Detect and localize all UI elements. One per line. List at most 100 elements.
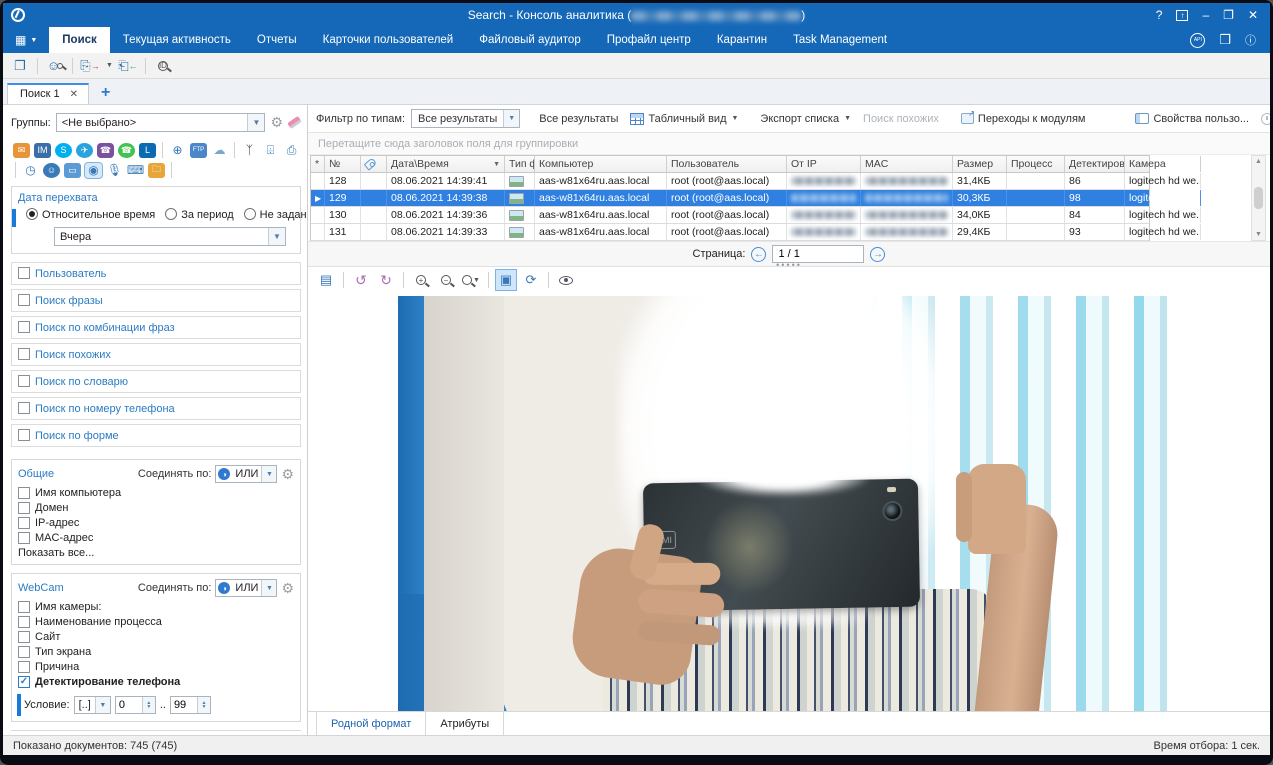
pin-window-icon[interactable]: ↑ — [1176, 10, 1188, 21]
chevron-down-icon[interactable]: ▼ — [106, 62, 113, 69]
webcam-phone-detection[interactable]: Детектирование телефона — [18, 676, 294, 688]
save-image-icon[interactable]: ▤ — [316, 270, 336, 290]
gear-icon[interactable]: ⚙ — [270, 114, 283, 131]
results-scrollbar[interactable]: ▲ ▼ — [1251, 155, 1266, 241]
webcam-screen-type[interactable]: Тип экрана — [18, 646, 294, 658]
restore-button[interactable]: ❐ — [1223, 8, 1234, 22]
ftp-icon[interactable]: FTP — [190, 143, 207, 158]
session-playback-icon[interactable]: ⟳ — [521, 270, 541, 290]
spinner-arrows-icon[interactable]: ▲▼ — [142, 697, 155, 713]
criteria-similar[interactable]: Поиск похожих — [11, 343, 301, 366]
checkbox-icon[interactable] — [18, 375, 30, 387]
menu-tab-quarantine[interactable]: Карантин — [704, 27, 780, 53]
menu-tab-current-activity[interactable]: Текущая активность — [110, 27, 244, 53]
new-window-icon[interactable]: ❐ — [9, 56, 31, 76]
webcam-snapshot[interactable]: MI — [398, 296, 1186, 711]
menu-tab-file-auditor[interactable]: Файловый аудитор — [466, 27, 594, 53]
splitter-handle[interactable]: ••••• — [776, 260, 802, 270]
export-list-button[interactable]: Экспорт списка▼ — [757, 111, 854, 127]
checkbox-icon[interactable] — [18, 532, 30, 544]
col-row-marker[interactable]: * — [311, 156, 325, 172]
zoom-in-icon[interactable]: + — [411, 270, 431, 290]
package-icon[interactable]: ❒ — [1219, 32, 1231, 48]
rotate-left-icon[interactable]: ↺ — [351, 270, 371, 290]
http-globe-icon[interactable]: ⊕ — [169, 143, 186, 158]
checkbox-icon[interactable] — [18, 294, 30, 306]
condition-from-stepper[interactable]: ▲▼ — [115, 696, 156, 714]
chevron-down-icon[interactable]: ▼ — [247, 114, 264, 131]
search-tab[interactable]: Поиск 1 ✕ — [7, 83, 89, 104]
close-tab-icon[interactable]: ✕ — [70, 89, 78, 100]
criteria-dictionary[interactable]: Поиск по словарю — [11, 370, 301, 393]
keyboard-icon[interactable]: ⌨ — [127, 163, 144, 178]
table-row[interactable]: 128 08.06.2021 14:39:41 aas-w81x64ru.aas… — [311, 173, 1149, 190]
checkbox-icon[interactable] — [18, 631, 30, 643]
chevron-down-icon[interactable]: ▼ — [261, 580, 276, 596]
microphone-icon[interactable]: 🎙︎ — [106, 163, 123, 178]
table-row[interactable]: 131 08.06.2021 14:39:33 aas-w81x64ru.aas… — [311, 224, 1149, 241]
join-operator-select[interactable]: ◑ ИЛИ ▼ — [215, 465, 277, 483]
col-num[interactable]: № — [325, 156, 361, 172]
user-activity-icon[interactable]: ☺ — [43, 163, 60, 178]
chevron-down-icon[interactable]: ▼ — [261, 466, 276, 482]
lync-icon[interactable]: L — [139, 143, 156, 158]
col-detected[interactable]: Детектирова — [1065, 156, 1125, 172]
radio-relative-time[interactable]: Относительное время — [26, 208, 155, 221]
import-query-icon[interactable]: ⎗← — [117, 56, 139, 76]
checkbox-icon[interactable] — [18, 321, 30, 333]
email-icon[interactable]: ✉ — [13, 143, 30, 158]
skype-icon[interactable]: S — [55, 143, 72, 158]
folder-icon[interactable]: 🗀︎ — [148, 163, 165, 178]
next-page-icon[interactable]: → — [870, 247, 885, 262]
eraser-icon[interactable] — [287, 116, 302, 129]
printer-icon[interactable]: ⎙ — [283, 143, 300, 158]
api-icon[interactable]: API — [1190, 33, 1205, 48]
condition-operator-select[interactable]: [..] ▼ — [74, 696, 111, 714]
go-to-modules-button[interactable]: Переходы к модулям — [958, 111, 1089, 127]
col-camera[interactable]: Камера — [1125, 156, 1201, 172]
user-properties-button[interactable]: Свойства пользо... — [1132, 111, 1252, 127]
table-view-button[interactable]: Табличный вид▼ — [627, 111, 741, 127]
checkbox-checked-icon[interactable] — [18, 676, 30, 688]
filter-by-type-select[interactable]: Все результаты ▼ — [411, 109, 520, 128]
col-size[interactable]: Размер — [953, 156, 1007, 172]
rotate-right-icon[interactable]: ↻ — [376, 270, 396, 290]
minimize-button[interactable]: – — [1202, 8, 1209, 22]
chevron-down-icon[interactable]: ▼ — [95, 697, 110, 713]
export-query-icon[interactable]: ⎘→ — [79, 56, 101, 76]
gear-icon[interactable]: ⚙ — [281, 580, 294, 597]
checkbox-icon[interactable] — [18, 661, 30, 673]
search-by-id-icon[interactable]: ID — [152, 56, 174, 76]
webcam-process-name[interactable]: Наименование процесса — [18, 616, 294, 628]
webcam-camera-name[interactable]: Имя камеры: — [18, 601, 294, 613]
table-row[interactable]: 130 08.06.2021 14:39:36 aas-w81x64ru.aas… — [311, 207, 1149, 224]
common-mac-address[interactable]: MAC-адрес — [18, 532, 294, 544]
relative-time-select[interactable]: Вчера ▼ — [54, 227, 286, 246]
groups-select[interactable]: <Не выбрано> ▼ — [56, 113, 266, 132]
checkbox-icon[interactable] — [18, 348, 30, 360]
chevron-down-icon[interactable]: ▼ — [503, 110, 519, 127]
tab-native-format[interactable]: Родной формат — [316, 712, 426, 735]
checkbox-icon[interactable] — [18, 646, 30, 658]
col-tag[interactable] — [361, 156, 387, 172]
clock-icon[interactable]: ◷ — [22, 163, 39, 178]
show-all-link[interactable]: Показать все... — [18, 547, 294, 559]
condition-to-input[interactable] — [171, 699, 197, 711]
condition-to-stepper[interactable]: ▲▼ — [170, 696, 211, 714]
device-search-icon[interactable]: ⌹ — [262, 143, 279, 158]
search-similar-button[interactable]: Поиск похожих — [860, 111, 942, 127]
criteria-phrase-combination[interactable]: Поиск по комбинации фраз — [11, 316, 301, 339]
checkbox-icon[interactable] — [18, 429, 30, 441]
viber-icon[interactable]: ☎ — [97, 143, 114, 158]
group-by-bar[interactable]: Перетащите сюда заголовок поля для групп… — [308, 133, 1270, 155]
col-mac[interactable]: MAC — [861, 156, 953, 172]
webcam-reason[interactable]: Причина — [18, 661, 294, 673]
monitor-icon[interactable]: ▭ — [64, 163, 81, 178]
checkbox-icon[interactable] — [18, 402, 30, 414]
menu-tab-task-management[interactable]: Task Management — [780, 27, 900, 53]
close-button[interactable]: ✕ — [1248, 8, 1258, 22]
checkbox-icon[interactable] — [18, 502, 30, 514]
whatsapp-icon[interactable]: ☎ — [118, 143, 135, 158]
checkbox-icon[interactable] — [18, 267, 30, 279]
criteria-phrase[interactable]: Поиск фразы — [11, 289, 301, 312]
